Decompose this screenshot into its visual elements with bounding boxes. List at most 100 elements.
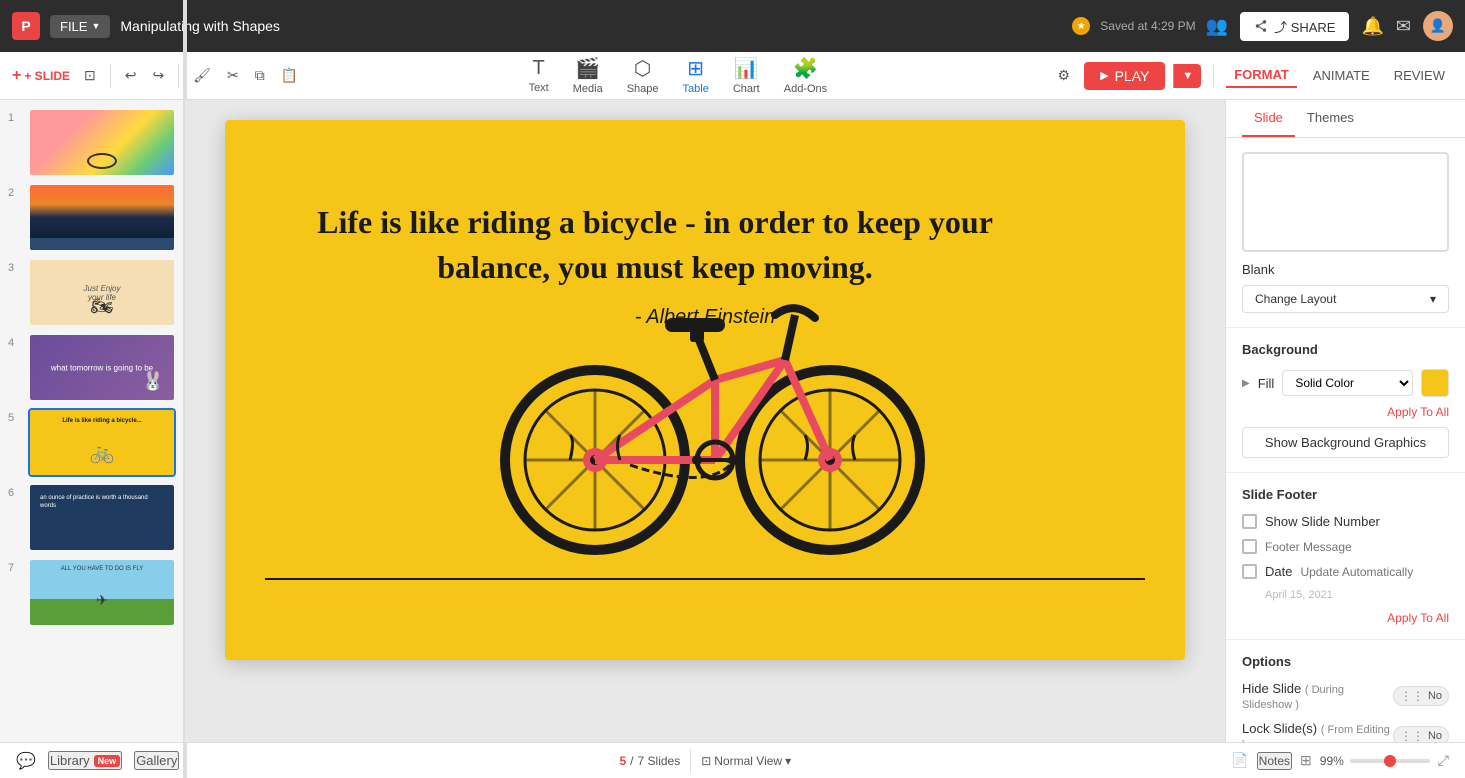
slide-layout-button[interactable]: ⊡ <box>78 63 102 88</box>
slide-image-2[interactable] <box>28 183 176 252</box>
layout-section: Blank Change Layout ▾ <box>1226 138 1465 328</box>
slide-num-7: 7 <box>8 562 22 574</box>
fill-color-picker[interactable] <box>1421 369 1449 397</box>
tab-format[interactable]: FORMAT <box>1226 63 1297 88</box>
redo-button[interactable]: ↪ <box>147 63 171 88</box>
zoom-slider[interactable] <box>1350 759 1430 763</box>
slide-image-1[interactable] <box>28 108 176 177</box>
media-tool[interactable]: 🎬 Media <box>563 52 613 99</box>
avatar[interactable]: 👤 <box>1423 11 1453 41</box>
tab-animate[interactable]: ANIMATE <box>1305 64 1378 87</box>
fill-label: Fill <box>1258 376 1275 391</box>
cut-button[interactable]: ✂ <box>221 63 245 88</box>
slide-image-4[interactable]: what tomorrow is going to be 🐰 <box>28 333 176 402</box>
chat-icon[interactable]: 💬 <box>16 751 36 771</box>
bottom-center: 5 / 7 Slides ⊡ Normal View ▾ <box>619 749 791 773</box>
notifications-icon[interactable]: ✉ <box>1396 16 1411 37</box>
slide-thumb-1[interactable]: 1 <box>8 108 176 177</box>
slide-counter: 5 / 7 Slides <box>619 754 680 768</box>
text-icon: T <box>533 57 545 80</box>
tab-themes[interactable]: Themes <box>1295 100 1366 137</box>
grid-view-icon[interactable]: ⊞ <box>1300 752 1312 769</box>
chart-tool[interactable]: 📊 Chart <box>723 52 770 99</box>
chart-icon: 📊 <box>734 56 759 81</box>
slide-thumb-6[interactable]: 6 an ounce of practice is worth a thousa… <box>8 483 176 552</box>
slide-thumb-5[interactable]: 5 Life is like riding a bicycle... 🚲 <box>8 408 176 477</box>
shape-icon: ⬡ <box>634 56 651 81</box>
copy-button[interactable]: ⧉ <box>249 63 271 88</box>
media-icon: 🎬 <box>575 56 600 81</box>
show-slide-number-checkbox[interactable] <box>1242 514 1257 529</box>
tab-slide[interactable]: Slide <box>1242 100 1295 137</box>
background-title: Background <box>1242 342 1449 357</box>
toolbar: + SLIDE ⊡ ↩ ↪ 🖌 ✂ ⧉ 📋 T Text 🎬 Media ⬡ S… <box>0 52 1465 100</box>
table-tool[interactable]: ⊞ Table <box>673 52 719 99</box>
fill-expand-icon[interactable]: ▶ <box>1242 378 1250 389</box>
background-section: Background ▶ Fill Solid Color Apply To A… <box>1226 328 1465 473</box>
play-button[interactable]: PLAY <box>1084 62 1165 90</box>
addons-tool[interactable]: 🧩 Add-Ons <box>774 52 837 99</box>
gallery-button[interactable]: Gallery <box>134 751 179 770</box>
apply-footer-link[interactable]: Apply To All <box>1242 611 1449 625</box>
paste-button[interactable]: 📋 <box>275 63 304 88</box>
slide-num-5: 5 <box>8 412 22 424</box>
date-checkbox[interactable] <box>1242 564 1257 579</box>
view-selector[interactable]: ⊡ Normal View ▾ <box>701 754 791 768</box>
bell-icon[interactable]: 🔔 <box>1361 16 1383 37</box>
save-status: Saved at 4:29 PM <box>1100 19 1195 33</box>
footer-message-input[interactable] <box>1265 540 1449 554</box>
zoom-fit-icon[interactable]: ⤢ <box>1438 752 1449 769</box>
file-menu-button[interactable]: FILE <box>50 15 110 38</box>
divider-2 <box>178 64 179 88</box>
apply-to-all-link[interactable]: Apply To All <box>1242 405 1449 419</box>
show-slide-number-label: Show Slide Number <box>1265 514 1380 529</box>
shape-tool[interactable]: ⬡ Shape <box>617 52 669 99</box>
library-button[interactable]: Library New <box>48 751 122 770</box>
slide-num-4: 4 <box>8 337 22 349</box>
text-label: Text <box>529 82 549 94</box>
slide-thumb-7[interactable]: 7 ALL YOU HAVE TO DO IS FLY ✈ <box>8 558 176 627</box>
fill-type-select[interactable]: Solid Color <box>1282 370 1413 396</box>
play-dropdown-button[interactable]: ▼ <box>1173 64 1201 88</box>
divider-1 <box>110 64 111 88</box>
toggle-dots-icon-2: ⋮⋮ <box>1400 729 1424 742</box>
main-content: 1 2 3 <box>0 100 1465 742</box>
zoom-control: 99% <box>1320 754 1430 768</box>
settings-icon[interactable]: ⚙ <box>1052 63 1077 88</box>
slide-add-button[interactable]: + SLIDE <box>12 67 70 85</box>
hide-slide-row: Hide Slide ( During Slideshow ) ⋮⋮ No <box>1242 681 1449 711</box>
lock-slides-toggle[interactable]: ⋮⋮ No <box>1393 726 1449 742</box>
slide-image-5[interactable]: Life is like riding a bicycle... 🚲 <box>28 408 176 477</box>
slide-thumb-2[interactable]: 2 <box>8 183 176 252</box>
slide-image-3[interactable]: Just Enjoyyour life 🏍 <box>28 258 176 327</box>
paint-format-button[interactable]: 🖌 <box>187 63 217 88</box>
table-icon: ⊞ <box>687 56 704 81</box>
show-background-graphics-button[interactable]: Show Background Graphics <box>1242 427 1449 458</box>
slide-thumb-4[interactable]: 4 what tomorrow is going to be 🐰 <box>8 333 176 402</box>
options-title: Options <box>1242 654 1449 669</box>
document-title: Manipulating with Shapes <box>120 18 1062 34</box>
date-auto-input[interactable] <box>1300 565 1455 579</box>
share-button[interactable]: ⤴ SHARE <box>1240 12 1349 41</box>
change-layout-button[interactable]: Change Layout ▾ <box>1242 285 1449 313</box>
notes-button[interactable]: Notes <box>1257 752 1292 770</box>
slide-num-6: 6 <box>8 487 22 499</box>
slide-canvas[interactable]: Life is like riding a bicycle - in order… <box>225 120 1185 660</box>
view-label: Normal View <box>714 754 782 768</box>
chevron-down-icon: ▾ <box>1430 292 1436 306</box>
bottom-right: 📄 Notes ⊞ 99% ⤢ <box>1231 752 1449 770</box>
undo-button[interactable]: ↩ <box>119 63 143 88</box>
collaborators-icon[interactable]: 👥 <box>1206 16 1228 37</box>
slide-thumb-3[interactable]: 3 Just Enjoyyour life 🏍 <box>8 258 176 327</box>
slide-image-6[interactable]: an ounce of practice is worth a thousand… <box>28 483 176 552</box>
footer-message-checkbox[interactable] <box>1242 539 1257 554</box>
divider-3 <box>1213 64 1214 88</box>
hide-slide-toggle[interactable]: ⋮⋮ No <box>1393 686 1449 706</box>
text-tool[interactable]: T Text <box>519 53 559 98</box>
title-bar: P FILE Manipulating with Shapes ★ Saved … <box>0 0 1465 52</box>
date-row: Date <box>1242 564 1449 579</box>
slide-image-7[interactable]: ALL YOU HAVE TO DO IS FLY ✈ <box>28 558 176 627</box>
tab-review[interactable]: REVIEW <box>1386 64 1453 87</box>
zoom-value: 99% <box>1320 754 1344 768</box>
total-slides: 7 Slides <box>638 754 681 768</box>
